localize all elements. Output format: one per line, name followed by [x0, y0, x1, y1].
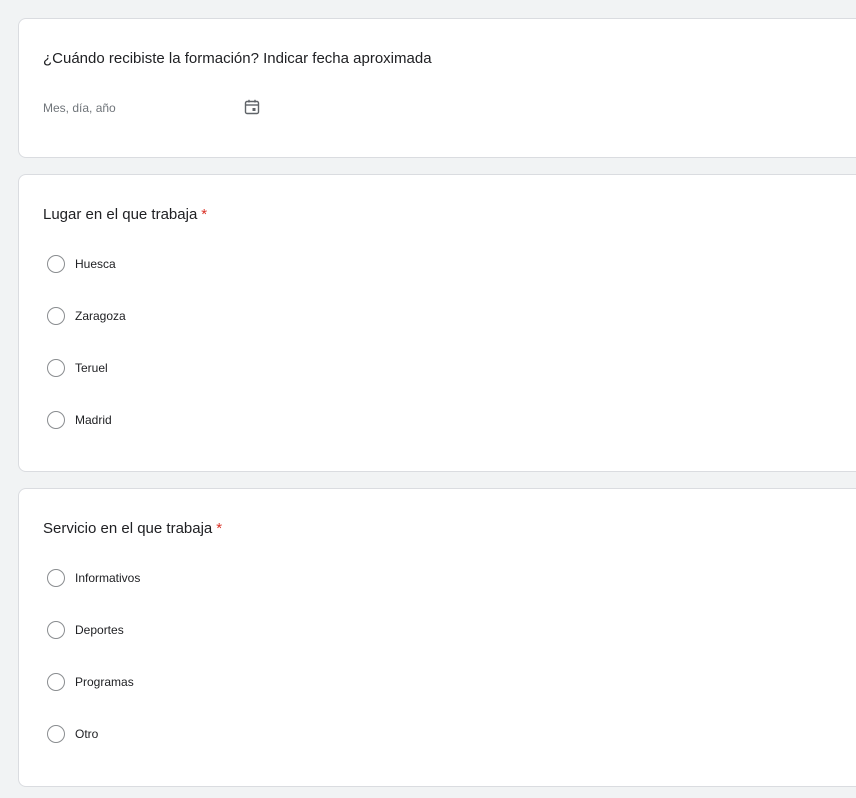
date-question-title: ¿Cuándo recibiste la formación? Indicar …: [43, 50, 432, 67]
option-huesca[interactable]: Huesca: [47, 254, 116, 274]
date-placeholder: Mes, día, año: [43, 101, 116, 115]
required-asterisk: *: [201, 206, 208, 223]
option-label: Informativos: [75, 571, 141, 585]
radio-button[interactable]: [47, 411, 65, 429]
radio-button[interactable]: [47, 725, 65, 743]
required-asterisk: *: [216, 520, 223, 537]
option-label: Deportes: [75, 623, 124, 637]
radio-button[interactable]: [47, 673, 65, 691]
radio-button[interactable]: [47, 621, 65, 639]
option-label: Zaragoza: [75, 309, 126, 323]
option-deportes[interactable]: Deportes: [47, 620, 124, 640]
service-question-card: Servicio en el que trabaja * Informativos…: [18, 488, 856, 787]
place-question-text: Lugar en el que trabaja: [43, 206, 198, 223]
place-question-title: Lugar en el que trabaja *: [43, 205, 207, 225]
option-programas[interactable]: Programas: [47, 672, 134, 692]
option-label: Huesca: [75, 257, 116, 271]
service-question-text: Servicio en el que trabaja: [43, 520, 213, 537]
option-zaragoza[interactable]: Zaragoza: [47, 306, 126, 326]
calendar-icon[interactable]: [243, 98, 261, 116]
place-question-card: Lugar en el que trabaja * Huesca Zaragoza…: [18, 174, 856, 472]
date-question-card: ¿Cuándo recibiste la formación? Indicar …: [18, 18, 856, 158]
option-label: Otro: [75, 727, 99, 741]
option-label: Teruel: [75, 361, 108, 375]
radio-button[interactable]: [47, 307, 65, 325]
radio-button[interactable]: [47, 359, 65, 377]
option-teruel[interactable]: Teruel: [47, 358, 108, 378]
service-question-title: Servicio en el que trabaja *: [43, 519, 222, 539]
option-label: Madrid: [75, 413, 112, 427]
radio-button[interactable]: [47, 255, 65, 273]
radio-button[interactable]: [47, 569, 65, 587]
date-input[interactable]: Mes, día, año: [43, 95, 261, 121]
option-informativos[interactable]: Informativos: [47, 568, 140, 588]
option-madrid[interactable]: Madrid: [47, 410, 112, 430]
option-otro[interactable]: Otro: [47, 724, 98, 744]
option-label: Programas: [75, 675, 134, 689]
